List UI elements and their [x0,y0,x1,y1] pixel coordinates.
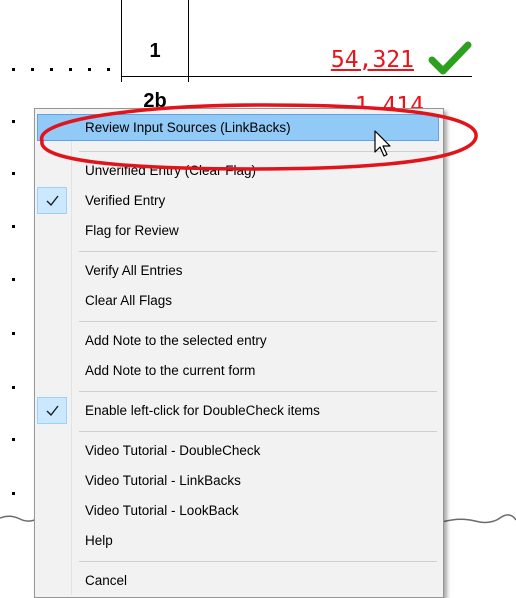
menu-item-verify-all-entries[interactable]: Verify All Entries [37,257,439,284]
menu-item-video-tutorial-linkbacks[interactable]: Video Tutorial - LinkBacks [37,467,439,494]
menu-item-add-note-current-form[interactable]: Add Note to the current form [37,357,439,384]
leader-dot [50,68,53,71]
leader-dot [107,68,110,71]
menu-item-cancel[interactable]: Cancel [37,567,439,594]
amount-value[interactable]: 54,321 [290,47,414,73]
annotation-ellipse [40,103,478,171]
row-divider [121,76,472,77]
menu-item-clear-all-flags[interactable]: Clear All Flags [37,287,439,314]
leader-dot [12,332,15,335]
mouse-pointer-icon [374,130,391,157]
leader-dot [88,68,91,71]
line-number: 1 [149,40,161,62]
leader-dot [12,278,15,281]
menu-separator [79,561,437,562]
menu-item-enable-left-click-doublecheck[interactable]: Enable left-click for DoubleCheck items [37,397,439,424]
menu-item-help[interactable]: Help [37,527,439,554]
menu-item-verified-entry[interactable]: Verified Entry [37,187,439,214]
menu-separator [79,251,437,252]
green-checkmark-icon [428,41,472,75]
menu-separator [79,321,437,322]
leader-dot [69,68,72,71]
leader-dot [12,68,15,71]
menu-item-flag-for-review[interactable]: Flag for Review [37,217,439,244]
menu-item-add-note-selected-entry[interactable]: Add Note to the selected entry [37,327,439,354]
menu-separator [79,391,437,392]
leader-dot [12,225,15,228]
context-menu: Review Input Sources (LinkBacks) Unverif… [34,108,444,598]
menu-separator [79,431,437,432]
leader-dot [12,172,15,175]
leader-dot [31,68,34,71]
menu-item-video-tutorial-doublecheck[interactable]: Video Tutorial - DoubleCheck [37,437,439,464]
leader-dot [12,492,15,495]
leader-dot [12,120,15,123]
leader-dot [12,386,15,389]
menu-item-video-tutorial-lookback[interactable]: Video Tutorial - LookBack [37,497,439,524]
leader-dot [12,438,15,441]
column-divider-right [188,0,189,82]
